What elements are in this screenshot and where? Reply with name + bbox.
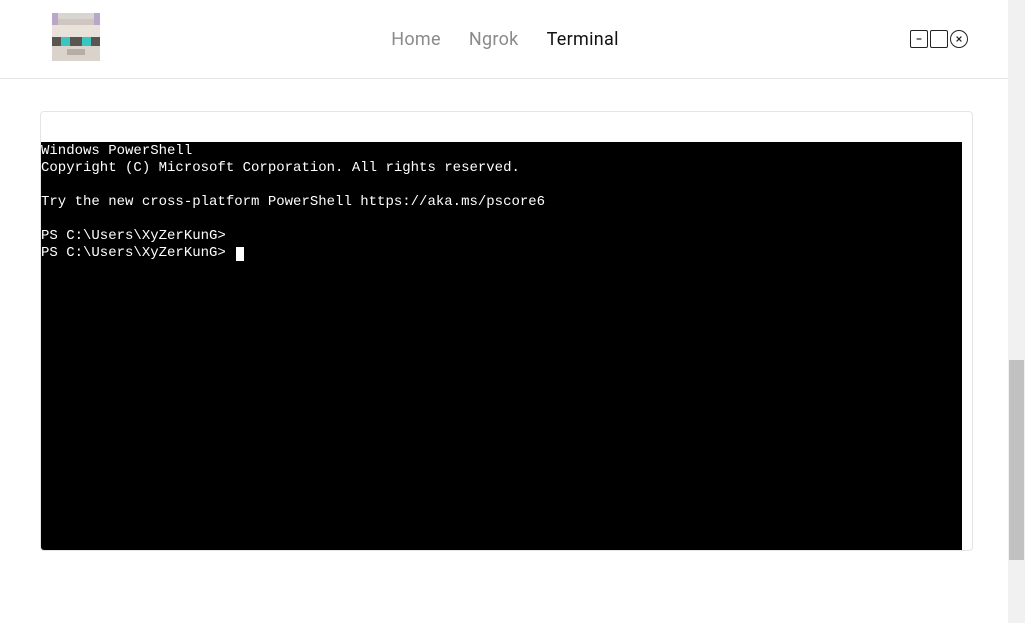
content: Windows PowerShell Copyright (C) Microso…: [0, 79, 1008, 551]
terminal-line: Windows PowerShell: [41, 143, 192, 159]
terminal-line: PS C:\Users\XyZerKunG>: [41, 228, 226, 244]
maximize-icon[interactable]: [930, 30, 948, 48]
close-icon[interactable]: [950, 30, 968, 48]
scrollbar-thumb[interactable]: [1009, 360, 1024, 560]
minimize-icon[interactable]: [910, 30, 928, 48]
terminal-line: Copyright (C) Microsoft Corporation. All…: [41, 160, 520, 176]
terminal-line: Try the new cross-platform PowerShell ht…: [41, 194, 545, 210]
scrollbar-track[interactable]: [1008, 0, 1025, 623]
logo[interactable]: [52, 13, 100, 65]
nav-item-terminal[interactable]: Terminal: [547, 29, 619, 50]
nav-item-ngrok[interactable]: Ngrok: [469, 29, 519, 50]
terminal-prompt[interactable]: PS C:\Users\XyZerKunG>: [41, 245, 234, 261]
window-controls: [910, 30, 968, 48]
terminal-card: Windows PowerShell Copyright (C) Microso…: [40, 111, 973, 551]
cursor-icon: [236, 247, 244, 261]
terminal-body[interactable]: Windows PowerShell Copyright (C) Microso…: [41, 142, 962, 550]
header: Home Ngrok Terminal: [0, 0, 1008, 79]
nav: Home Ngrok Terminal: [391, 29, 619, 50]
nav-item-home[interactable]: Home: [391, 29, 441, 50]
